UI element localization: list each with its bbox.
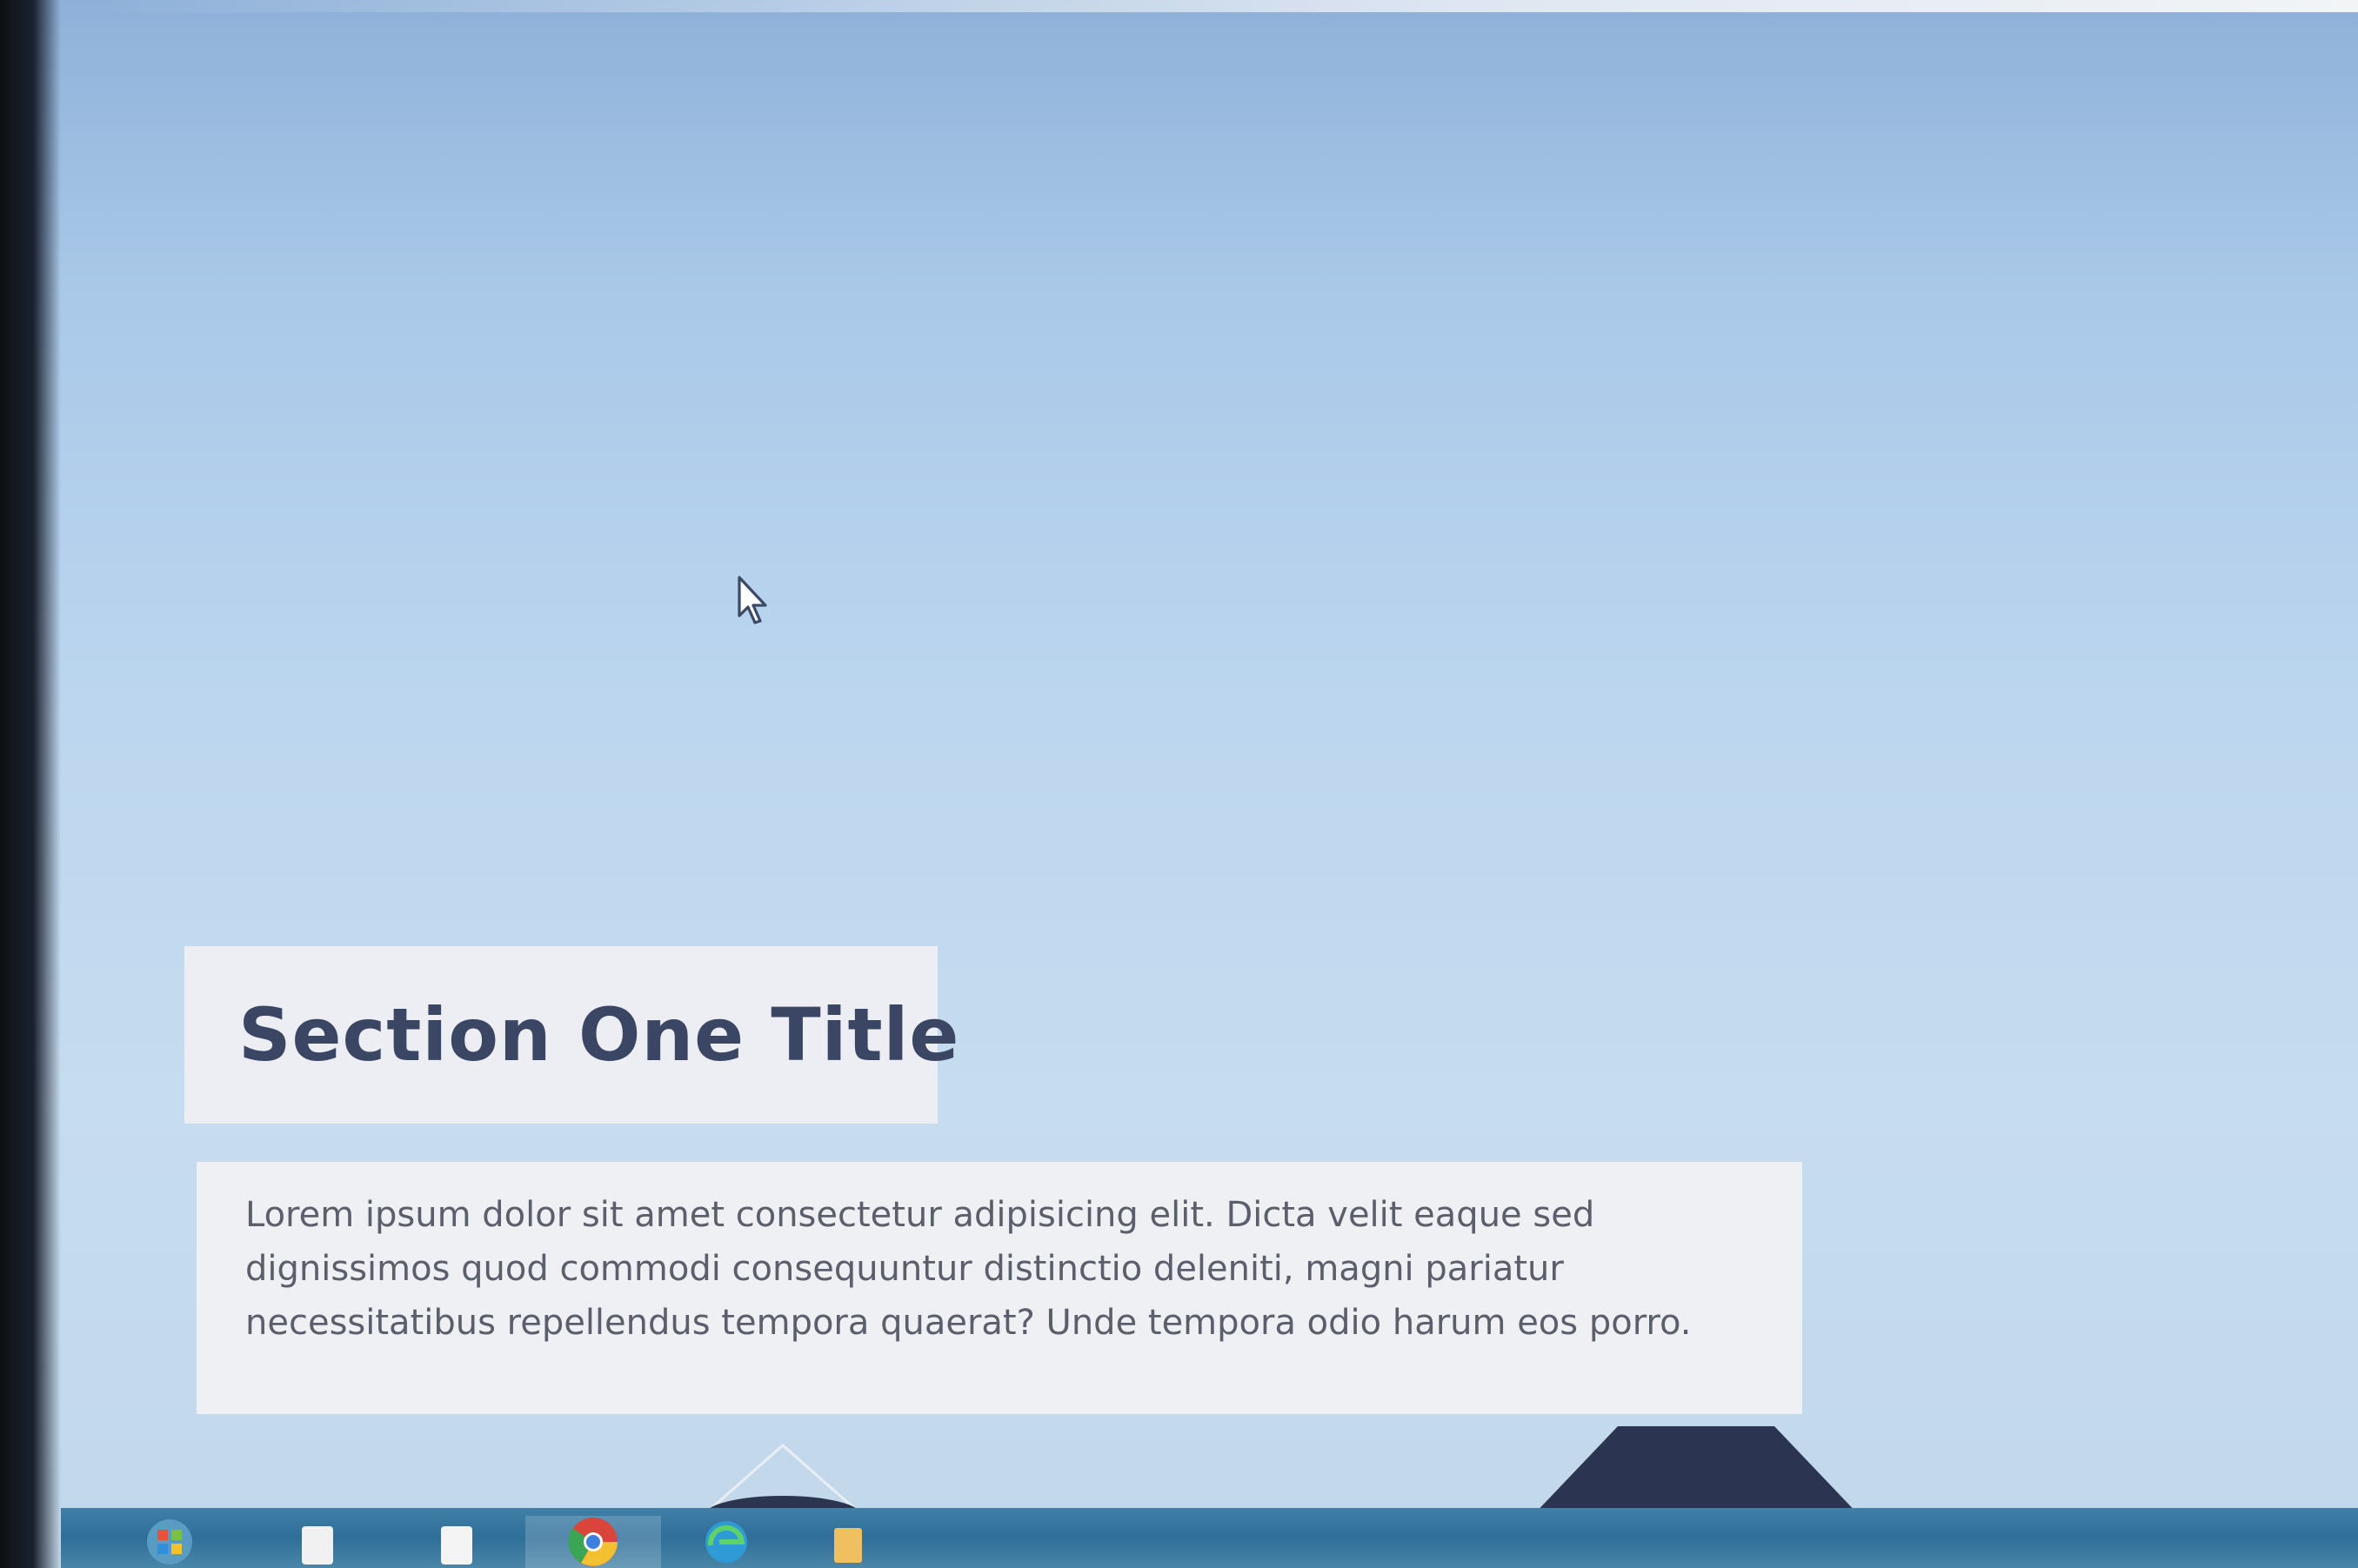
section-title-panel: Section One Title <box>184 946 959 1124</box>
monitor-bezel <box>0 0 61 1568</box>
document-icon <box>441 1526 472 1565</box>
file-explorer-icon <box>302 1526 333 1565</box>
mouse-cursor-icon <box>738 576 767 624</box>
start-button[interactable] <box>122 1516 217 1568</box>
window-top-edge <box>104 0 2358 12</box>
taskbar-item-document[interactable] <box>409 1516 504 1568</box>
desktop-screen: Section One Title Lorem ipsum dolor sit … <box>0 0 2358 1568</box>
chrome-icon <box>568 1518 618 1566</box>
section-title: Section One Title <box>238 992 960 1078</box>
taskbar-item-file-explorer[interactable] <box>270 1516 365 1568</box>
taskbar-item-chrome[interactable] <box>525 1516 661 1568</box>
taskbar-item-app[interactable] <box>800 1516 896 1568</box>
windows-start-icon <box>147 1519 192 1565</box>
edge-icon <box>705 1521 747 1563</box>
section-body-panel: Lorem ipsum dolor sit amet consectetur a… <box>197 1162 1802 1414</box>
taskbar <box>61 1508 2358 1568</box>
app-icon <box>834 1528 862 1563</box>
taskbar-item-edge[interactable] <box>678 1516 774 1568</box>
section-body-text: Lorem ipsum dolor sit amet consectetur a… <box>245 1195 1692 1343</box>
